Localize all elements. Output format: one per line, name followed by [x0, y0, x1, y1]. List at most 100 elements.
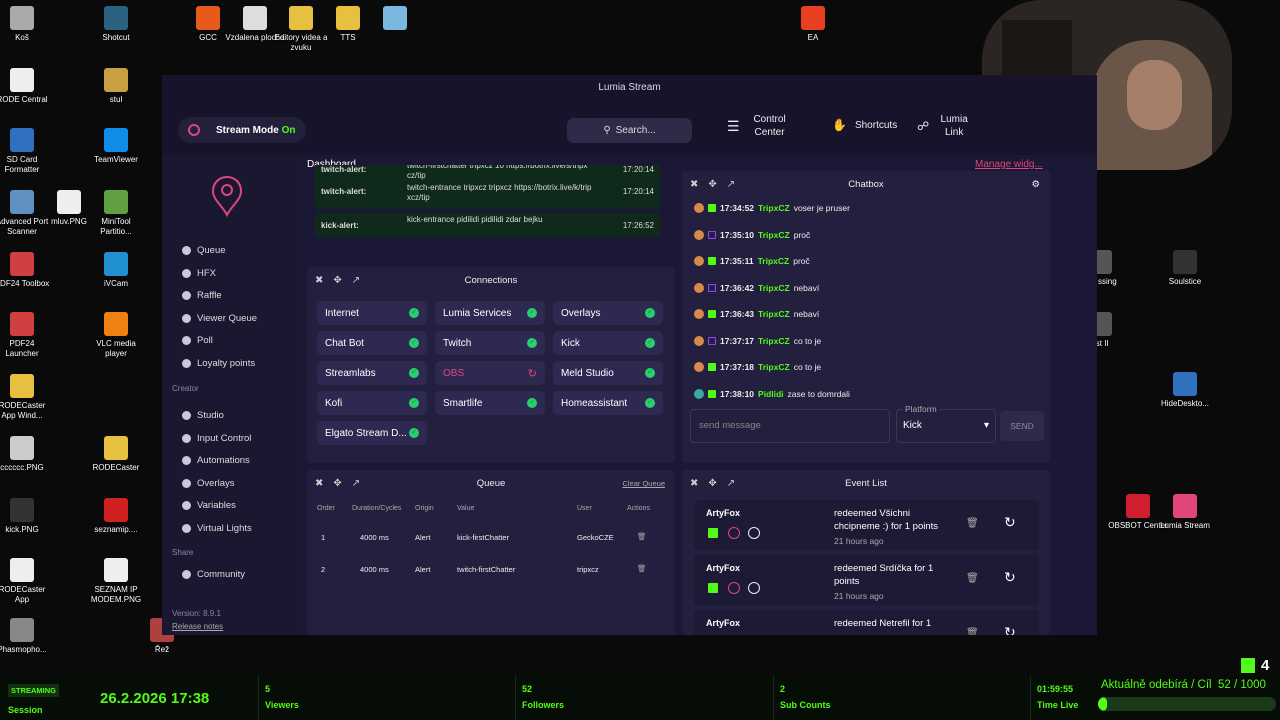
sidebar-item[interactable]: Overlays	[182, 478, 234, 489]
sidebar-item[interactable]: Studio	[182, 410, 224, 421]
sidebar-item[interactable]: Queue	[182, 245, 226, 256]
queue-cell: kick-firstChatter	[457, 533, 510, 542]
move-icon[interactable]: ✥	[333, 470, 341, 498]
connection-item[interactable]: Elgato Stream D... ✔	[317, 421, 427, 445]
popout-icon[interactable]: ↗	[352, 470, 360, 498]
desktop-icon[interactable]: SD Card Formatter	[0, 128, 52, 175]
popout-icon[interactable]: ↗	[727, 171, 735, 199]
connection-item[interactable]: OBS ↻	[435, 361, 545, 385]
replay-icon[interactable]: ↻	[1004, 514, 1016, 531]
connection-item[interactable]: Kofi ✔	[317, 391, 427, 415]
release-notes-link[interactable]: Release notes	[172, 622, 223, 631]
datetime-display: 26.2.2026 17:38	[100, 690, 210, 707]
sidebar-item-label: Studio	[197, 410, 224, 421]
connection-label: Elgato Stream D...	[325, 427, 407, 439]
trash-icon[interactable]: 🗑	[637, 532, 647, 541]
lumia-link-button[interactable]: ☍ Lumia Link	[917, 113, 971, 139]
connection-item[interactable]: Kick ✔	[553, 331, 663, 355]
nav-icon	[182, 291, 191, 301]
desktop-icon[interactable]: RODECaster App	[0, 558, 52, 605]
platform-select[interactable]: Platform Kick ▾	[896, 404, 996, 443]
connection-label: Kofi	[325, 397, 343, 409]
sidebar-item[interactable]: Variables	[182, 500, 236, 511]
desktop-icon[interactable]: Shotcut	[86, 6, 146, 43]
desktop-icon[interactable]: PDF24 Toolbox	[0, 252, 52, 289]
queue-row: 1 4000 ms Alert kick-firstChatter GeckoCZE 🗑	[307, 522, 675, 552]
control-center-button[interactable]: ☰ Control Center	[727, 113, 807, 139]
gear-icon[interactable]: ⚙	[1031, 171, 1040, 199]
move-icon[interactable]: ✥	[708, 171, 716, 199]
send-message-input[interactable]: send message	[690, 409, 890, 443]
connection-item[interactable]: Smartlife ✔	[435, 391, 545, 415]
desktop-icon[interactable]: iVCam	[86, 252, 146, 289]
clock-icon	[748, 527, 760, 539]
desktop-icon-label: TeamViewer	[94, 155, 138, 164]
connection-item[interactable]: Streamlabs ✔	[317, 361, 427, 385]
sidebar-item[interactable]: Raffle	[182, 290, 222, 301]
trash-icon[interactable]: 🗑	[637, 564, 647, 573]
desktop-icon[interactable]: EA	[783, 6, 843, 43]
sidebar-item[interactable]: Loyalty points	[182, 358, 255, 369]
platform-value: Kick	[903, 420, 922, 431]
desktop-icon[interactable]: VLC media player	[86, 312, 146, 359]
trash-icon[interactable]: 🗑	[966, 573, 979, 584]
sidebar-item-community[interactable]: Community	[182, 569, 245, 580]
followers-label: Followers	[522, 700, 565, 710]
avatar	[694, 388, 704, 399]
sidebar-item[interactable]: Poll	[182, 335, 213, 346]
popout-icon[interactable]: ↗	[727, 470, 735, 498]
move-icon[interactable]: ✥	[708, 470, 716, 498]
desktop-icon[interactable]: Soulstice	[1155, 250, 1215, 287]
sidebar-item[interactable]: Input Control	[182, 433, 251, 444]
desktop-icon[interactable]: RODECaster	[86, 436, 146, 473]
queue-column-header: Actions	[627, 505, 650, 512]
chat-user: Pidlidi	[758, 388, 784, 399]
check-icon: ✔	[527, 338, 537, 348]
desktop-icon[interactable]: HideDeskto...	[1155, 372, 1215, 409]
chat-time: 17:36:42	[720, 282, 755, 293]
sidebar-item[interactable]: Virtual Lights	[182, 523, 252, 534]
sidebar-item[interactable]: HFX	[182, 268, 216, 279]
connection-item[interactable]: Overlays ✔	[553, 301, 663, 325]
replay-icon[interactable]: ↻	[1004, 569, 1016, 586]
desktop-icon[interactable]: kick.PNG	[0, 498, 52, 535]
trash-icon[interactable]: 🗑	[966, 628, 979, 635]
popout-icon[interactable]: ↗	[352, 267, 360, 295]
desktop-icon[interactable]: Koš	[0, 6, 52, 43]
connection-item[interactable]: Meld Studio ✔	[553, 361, 663, 385]
connection-item[interactable]: Twitch ✔	[435, 331, 545, 355]
desktop-icon[interactable]: seznamip....	[86, 498, 146, 535]
desktop-icon[interactable]: cccccc.PNG	[0, 436, 52, 473]
close-icon[interactable]: ✖	[315, 470, 323, 498]
chat-time: 17:36:43	[720, 309, 755, 319]
desktop-icon[interactable]: Lumia Stream	[1155, 494, 1215, 531]
connection-item[interactable]: Chat Bot ✔	[317, 331, 427, 355]
desktop-icon[interactable]	[365, 6, 425, 33]
shortcuts-button[interactable]: ✋ Shortcuts	[832, 119, 897, 132]
stream-mode-toggle[interactable]: Stream Mode On	[178, 117, 306, 143]
close-icon[interactable]: ✖	[690, 470, 698, 498]
connection-label: Lumia Services	[443, 307, 512, 319]
move-icon[interactable]: ✥	[333, 267, 341, 295]
connection-item[interactable]: Homeassistant ✔	[553, 391, 663, 415]
manage-widgets-link[interactable]: Manage widg...	[975, 159, 1043, 170]
clear-queue-button[interactable]: Clear Queue	[622, 470, 665, 498]
connection-item[interactable]: Internet ✔	[317, 301, 427, 325]
trash-icon[interactable]: 🗑	[966, 518, 979, 529]
desktop-icon[interactable]: SEZNAM IP MODEM.PNG	[86, 558, 146, 605]
sidebar-item[interactable]: Viewer Queue	[182, 313, 257, 324]
replay-icon[interactable]: ↻	[1004, 624, 1016, 635]
desktop-icon[interactable]: MiniTool Partitio...	[86, 190, 146, 237]
close-icon[interactable]: ✖	[690, 171, 698, 199]
send-button[interactable]: SEND	[1000, 411, 1044, 441]
desktop-icon[interactable]: TeamViewer	[86, 128, 146, 165]
desktop-icon[interactable]: Phasmopho...	[0, 618, 52, 655]
desktop-icon[interactable]: stul	[86, 68, 146, 105]
close-icon[interactable]: ✖	[315, 267, 323, 295]
desktop-icon[interactable]: RODE Central	[0, 68, 52, 105]
search-button[interactable]: ⚲ Search...	[567, 118, 692, 143]
connection-item[interactable]: Lumia Services ✔	[435, 301, 545, 325]
desktop-icon[interactable]: PDF24 Launcher	[0, 312, 52, 359]
desktop-icon[interactable]: RODECaster App Wind...	[0, 374, 52, 421]
sidebar-item[interactable]: Automations	[182, 455, 250, 466]
